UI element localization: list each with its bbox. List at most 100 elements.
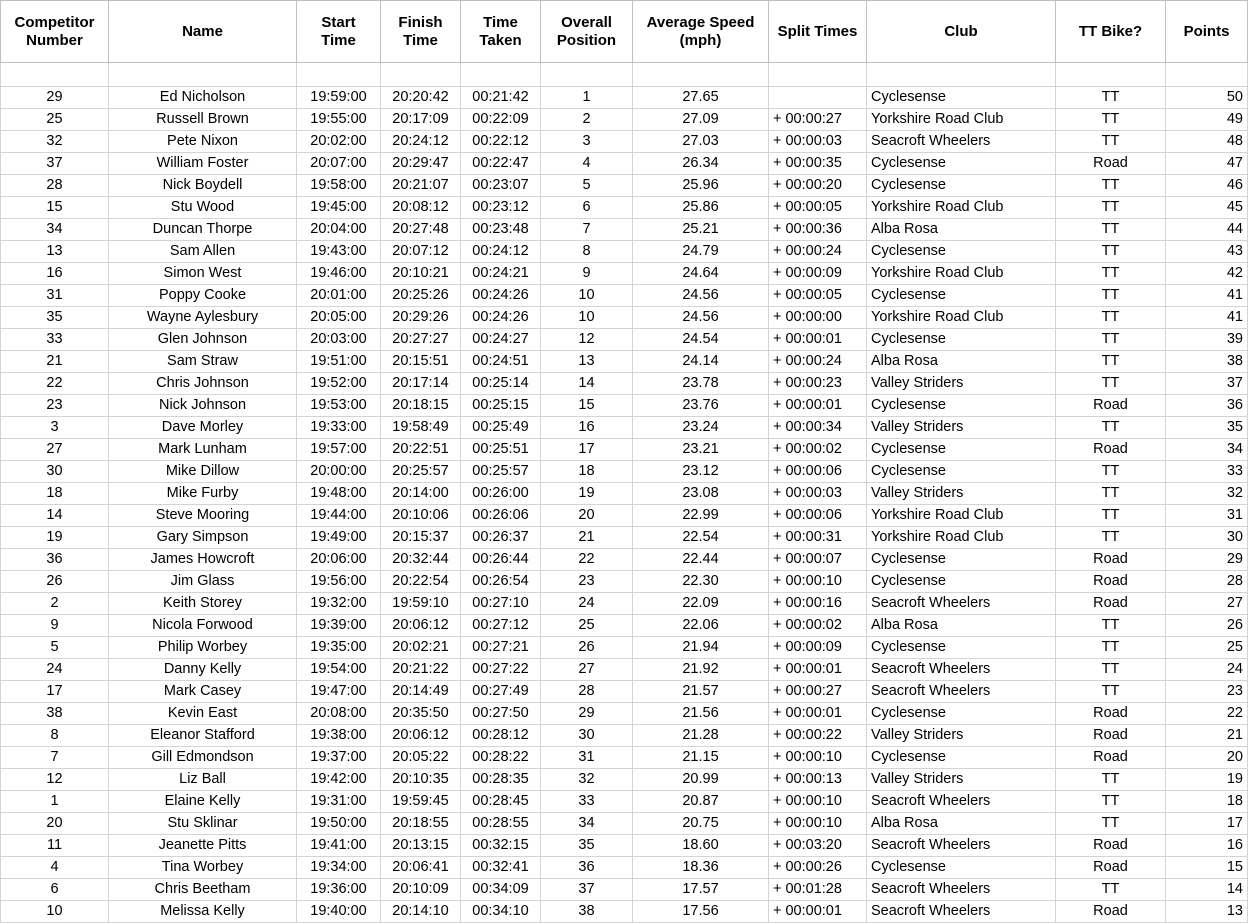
cell-points[interactable]: 32 [1165,482,1248,505]
cell-name[interactable]: Chris Johnson [108,372,297,395]
cell-finish[interactable]: 20:06:41 [380,856,461,879]
cell-bike[interactable]: TT [1055,240,1166,263]
cell-points[interactable]: 37 [1165,372,1248,395]
cell-name[interactable]: Sam Straw [108,350,297,373]
cell-points[interactable]: 18 [1165,790,1248,813]
cell-finish[interactable]: 20:35:50 [380,702,461,725]
cell-name[interactable]: Sam Allen [108,240,297,263]
cell-split[interactable]: + 00:00:23 [768,372,867,395]
cell-club[interactable]: Cyclesense [866,460,1056,483]
cell-split[interactable]: + 00:00:13 [768,768,867,791]
cell-points[interactable]: 36 [1165,394,1248,417]
cell-taken[interactable]: 00:28:45 [460,790,541,813]
cell-points[interactable]: 27 [1165,592,1248,615]
cell-speed[interactable]: 25.86 [632,196,769,219]
cell-split[interactable]: + 00:00:07 [768,548,867,571]
cell-points[interactable]: 31 [1165,504,1248,527]
cell-start[interactable]: 19:57:00 [296,438,381,461]
cell-start[interactable]: 20:00:00 [296,460,381,483]
cell-bike[interactable]: Road [1055,152,1166,175]
cell-taken[interactable]: 00:27:21 [460,636,541,659]
cell-name[interactable]: Eleanor Stafford [108,724,297,747]
cell-taken[interactable]: 00:32:15 [460,834,541,857]
cell-pos[interactable]: 10 [540,284,633,307]
cell-club[interactable]: Yorkshire Road Club [866,504,1056,527]
cell-number[interactable]: 22 [0,372,109,395]
cell-club[interactable]: Seacroft Wheelers [866,790,1056,813]
cell-start[interactable]: 19:32:00 [296,592,381,615]
cell-taken[interactable]: 00:22:09 [460,108,541,131]
cell-name[interactable]: Chris Beetham [108,878,297,901]
cell-finish[interactable]: 20:15:37 [380,526,461,549]
cell-pos[interactable]: 31 [540,746,633,769]
cell-points[interactable]: 14 [1165,878,1248,901]
column-header-competitor-number[interactable]: Competitor Number [0,0,109,63]
cell-speed[interactable]: 22.06 [632,614,769,637]
cell-name[interactable]: Tina Worbey [108,856,297,879]
cell-finish[interactable]: 20:10:21 [380,262,461,285]
cell-club[interactable]: Valley Striders [866,724,1056,747]
cell-number[interactable]: 4 [0,856,109,879]
cell-split[interactable] [768,86,867,109]
cell-club[interactable]: Seacroft Wheelers [866,592,1056,615]
cell-speed[interactable]: 23.76 [632,394,769,417]
cell-bike[interactable]: TT [1055,108,1166,131]
cell-finish[interactable]: 20:13:15 [380,834,461,857]
cell-club[interactable]: Alba Rosa [866,614,1056,637]
cell-finish[interactable]: 19:59:45 [380,790,461,813]
cell-split[interactable]: + 00:00:06 [768,504,867,527]
cell-name[interactable]: Stu Wood [108,196,297,219]
cell-split[interactable]: + 00:00:24 [768,350,867,373]
cell-points[interactable]: 15 [1165,856,1248,879]
cell-start[interactable]: 19:53:00 [296,394,381,417]
cell-name[interactable]: Steve Mooring [108,504,297,527]
cell-points[interactable]: 26 [1165,614,1248,637]
cell-name[interactable]: Duncan Thorpe [108,218,297,241]
cell-club[interactable]: Seacroft Wheelers [866,834,1056,857]
cell-start[interactable]: 19:45:00 [296,196,381,219]
cell-start[interactable]: 19:41:00 [296,834,381,857]
cell-split[interactable]: + 00:00:20 [768,174,867,197]
cell-name[interactable]: Glen Johnson [108,328,297,351]
cell-taken[interactable]: 00:24:26 [460,284,541,307]
cell-start[interactable]: 19:39:00 [296,614,381,637]
cell-club[interactable]: Seacroft Wheelers [866,680,1056,703]
cell-club[interactable]: Cyclesense [866,174,1056,197]
cell-finish[interactable]: 19:58:49 [380,416,461,439]
cell-start[interactable]: 20:04:00 [296,218,381,241]
cell-finish[interactable]: 20:06:12 [380,724,461,747]
cell-speed[interactable]: 27.65 [632,86,769,109]
cell-name[interactable]: Stu Sklinar [108,812,297,835]
cell-points[interactable]: 45 [1165,196,1248,219]
cell-speed[interactable]: 20.99 [632,768,769,791]
cell-taken[interactable]: 00:24:51 [460,350,541,373]
cell-bike[interactable]: Road [1055,702,1166,725]
cell-name[interactable]: Wayne Aylesbury [108,306,297,329]
cell-speed[interactable]: 23.12 [632,460,769,483]
cell-speed[interactable]: 22.54 [632,526,769,549]
cell-split[interactable]: + 00:00:10 [768,570,867,593]
cell-club[interactable]: Cyclesense [866,570,1056,593]
cell-finish[interactable]: 20:20:42 [380,86,461,109]
cell-bike[interactable]: TT [1055,284,1166,307]
cell-pos[interactable]: 3 [540,130,633,153]
cell-finish[interactable]: 20:29:26 [380,306,461,329]
cell-speed[interactable]: 25.96 [632,174,769,197]
cell-taken[interactable]: 00:27:10 [460,592,541,615]
cell-number[interactable]: 5 [0,636,109,659]
cell-points[interactable]: 48 [1165,130,1248,153]
cell-finish[interactable]: 20:17:14 [380,372,461,395]
cell-taken[interactable]: 00:34:09 [460,878,541,901]
cell-start[interactable]: 20:07:00 [296,152,381,175]
cell-split[interactable]: + 00:00:26 [768,856,867,879]
cell-taken[interactable]: 00:25:49 [460,416,541,439]
cell-pos[interactable]: 24 [540,592,633,615]
cell-taken[interactable]: 00:27:12 [460,614,541,637]
cell-pos[interactable]: 2 [540,108,633,131]
cell-finish[interactable]: 20:06:12 [380,614,461,637]
cell-start[interactable]: 19:48:00 [296,482,381,505]
cell-points[interactable]: 23 [1165,680,1248,703]
cell-split[interactable]: + 00:00:01 [768,702,867,725]
cell-finish[interactable]: 20:10:09 [380,878,461,901]
cell-start[interactable]: 19:46:00 [296,262,381,285]
